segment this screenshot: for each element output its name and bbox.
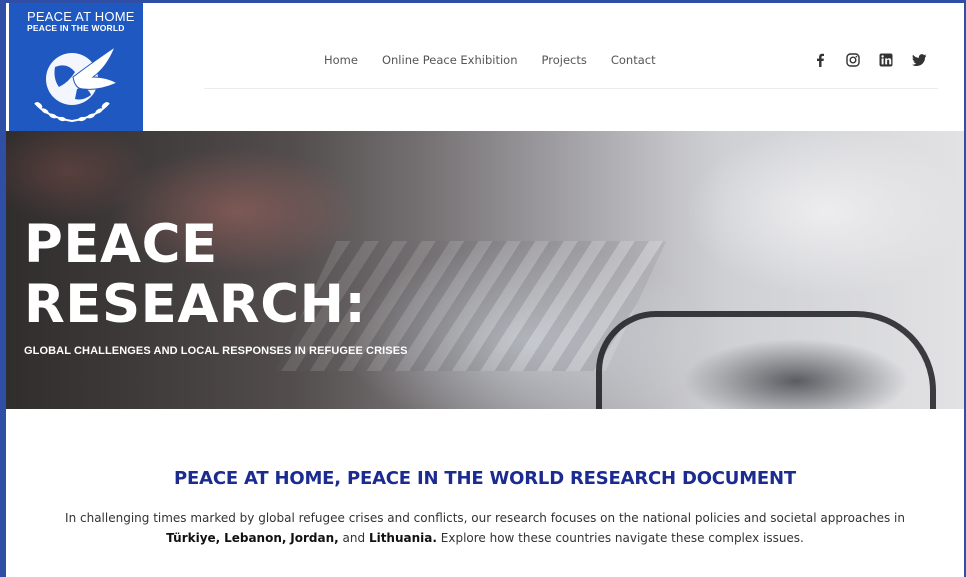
site-header: PEACE AT HOME PEACE IN THE WORLD Home On…: [6, 3, 964, 131]
section-description: In challenging times marked by global re…: [46, 508, 924, 548]
description-and: and: [342, 531, 366, 545]
twitter-icon[interactable]: [910, 51, 928, 69]
linkedin-icon[interactable]: [877, 51, 895, 69]
hero-subtitle: GLOBAL CHALLENGES AND LOCAL RESPONSES IN…: [24, 345, 408, 357]
hero-title-line1: PEACE: [24, 214, 218, 275]
nav-divider: [204, 88, 938, 89]
description-part2: Explore how these countries navigate the…: [440, 531, 804, 545]
section-title: PEACE AT HOME, PEACE IN THE WORLD RESEAR…: [174, 468, 796, 489]
nav-online-peace-exhibition[interactable]: Online Peace Exhibition: [382, 53, 518, 67]
dove-globe-emblem-icon: [34, 45, 119, 123]
site-logo[interactable]: PEACE AT HOME PEACE IN THE WORLD: [9, 3, 143, 131]
hero-title: PEACE RESEARCH:: [24, 215, 366, 335]
page: PEACE AT HOME PEACE IN THE WORLD Home On…: [6, 3, 964, 577]
logo-text-line1: PEACE AT HOME: [27, 9, 135, 24]
social-links: [811, 51, 928, 69]
description-part1: In challenging times marked by global re…: [65, 511, 905, 525]
country-lithuania: Lithuania.: [368, 531, 437, 545]
country-lebanon: Lebanon,: [224, 531, 287, 545]
main-nav: Home Online Peace Exhibition Projects Co…: [324, 53, 680, 67]
hero-banner: PEACE RESEARCH: GLOBAL CHALLENGES AND LO…: [6, 131, 964, 409]
nav-home[interactable]: Home: [324, 53, 358, 67]
country-turkiye: Türkiye,: [166, 531, 221, 545]
logo-text-line2: PEACE IN THE WORLD: [27, 23, 125, 33]
country-jordan: Jordan,: [290, 531, 339, 545]
nav-projects[interactable]: Projects: [542, 53, 587, 67]
hero-title-line2: RESEARCH:: [24, 274, 367, 335]
nav-contact[interactable]: Contact: [611, 53, 656, 67]
facebook-icon[interactable]: [811, 51, 829, 69]
instagram-icon[interactable]: [844, 51, 862, 69]
